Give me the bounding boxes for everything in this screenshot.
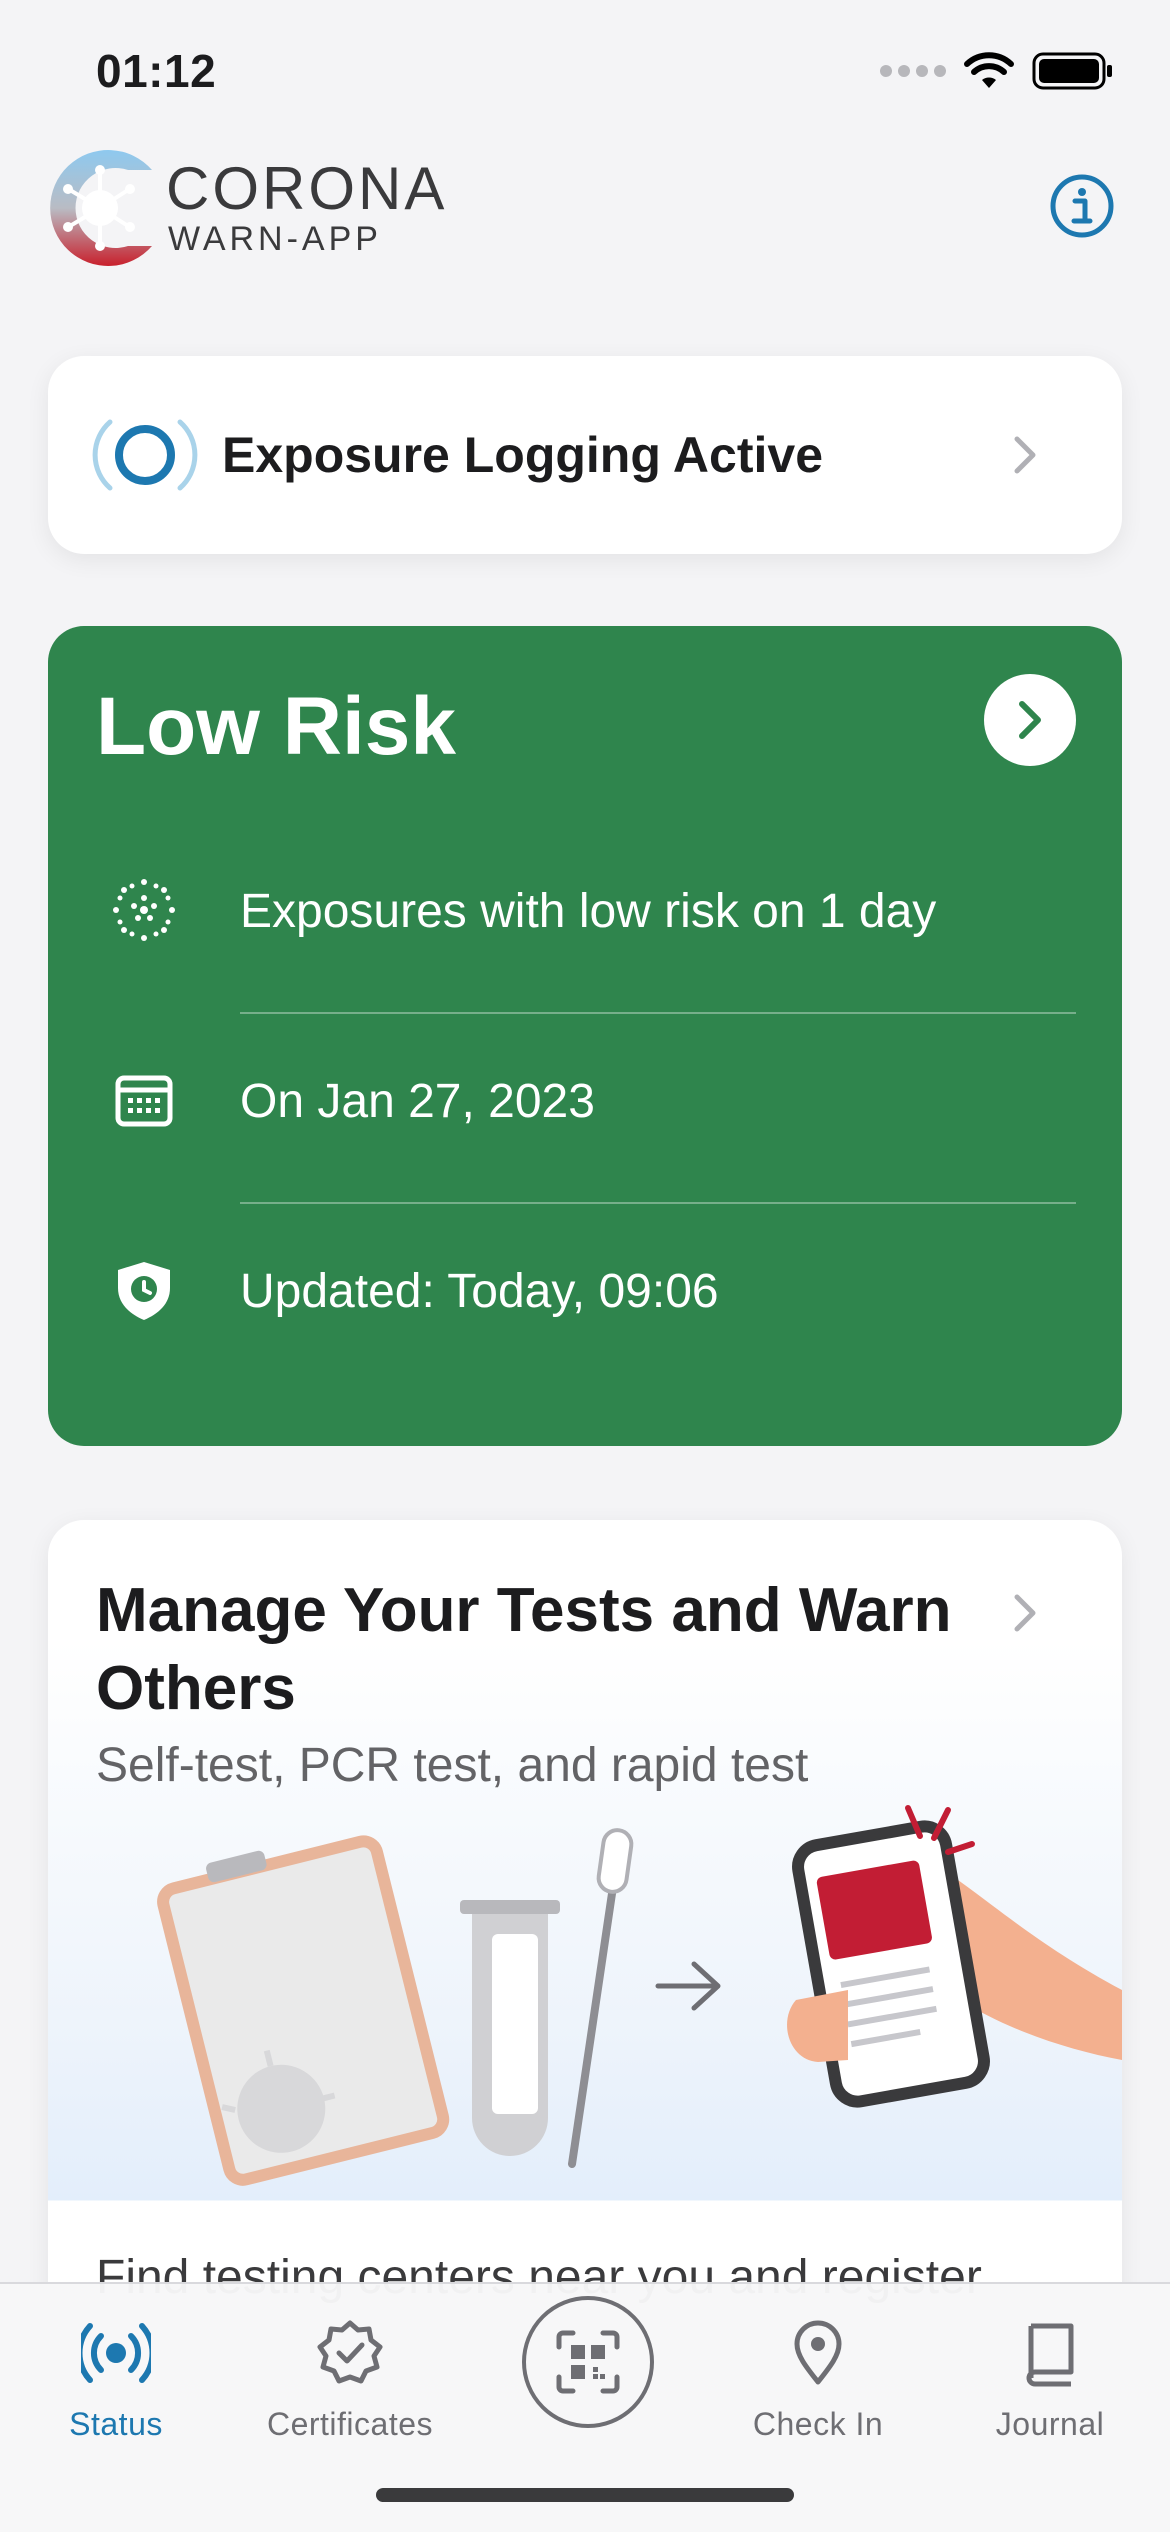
divider — [240, 1012, 1076, 1014]
exposure-logging-card[interactable]: Exposure Logging Active — [48, 356, 1122, 554]
certificate-icon — [317, 2320, 383, 2384]
manage-tests-title: Manage Your Tests and Warn Others — [96, 1576, 952, 1723]
risk-row-text: On Jan 27, 2023 — [240, 1075, 595, 1128]
journal-icon — [1026, 2323, 1074, 2387]
tab-label: Check In — [752, 2406, 884, 2442]
risk-row-date: On Jan 27, 2023 — [48, 1040, 1122, 1160]
risk-row-text: Updated: Today, 09:06 — [240, 1265, 719, 1318]
divider — [240, 1202, 1076, 1204]
status-icon — [81, 2323, 151, 2383]
cellular-signal-icon — [880, 65, 946, 77]
tab-label: Certificates — [266, 2406, 434, 2442]
corona-warn-app-logo-icon — [50, 150, 152, 266]
tab-label: Status — [69, 2406, 163, 2442]
risk-details-button[interactable] — [984, 674, 1076, 766]
calendar-icon — [115, 1075, 173, 1127]
risk-row-text: Exposures with low risk on 1 day — [240, 885, 937, 938]
brand-subtitle: WARN-APP — [168, 220, 382, 258]
chevron-right-icon — [1014, 436, 1036, 474]
status-time: 01:12 — [96, 45, 217, 97]
location-pin-icon — [794, 2320, 842, 2385]
app-header: CORONA WARN-APP — [0, 140, 1170, 290]
tab-status[interactable]: Status — [6, 2304, 226, 2454]
status-indicators — [880, 52, 1114, 90]
wifi-icon — [964, 52, 1014, 88]
exposure-logging-icon — [92, 419, 198, 491]
risk-row-updated: Updated: Today, 09:06 — [48, 1230, 1122, 1350]
shield-clock-icon — [118, 1262, 170, 1320]
info-icon[interactable] — [1050, 174, 1114, 238]
brand-name: CORONA — [166, 155, 448, 222]
home-indicator — [376, 2488, 794, 2502]
manage-tests-subtitle: Self-test, PCR test, and rapid test — [96, 1739, 809, 1792]
qr-scan-icon — [556, 2330, 620, 2394]
tab-journal[interactable]: Journal — [940, 2304, 1160, 2454]
battery-icon — [1032, 52, 1112, 90]
risk-status-card[interactable]: Low Risk Exposures with low risk on 1 da… — [48, 626, 1122, 1446]
status-bar: 01:12 — [0, 0, 1170, 140]
risk-level-title: Low Risk — [96, 681, 456, 772]
chevron-right-icon — [1019, 701, 1041, 739]
chevron-right-icon — [1014, 1594, 1036, 1632]
tab-check-in[interactable]: Check In — [708, 2304, 928, 2454]
test-illustration — [157, 1805, 1122, 2186]
qr-scan-button[interactable] — [522, 2296, 654, 2428]
risk-row-exposures: Exposures with low risk on 1 day — [48, 850, 1122, 970]
tab-label: Journal — [995, 2406, 1105, 2442]
exposure-logging-title: Exposure Logging Active — [222, 427, 824, 483]
app-screen: 01:12 CORONA WARN-APP Exposure Logging A… — [0, 0, 1170, 2532]
tab-certificates[interactable]: Certificates — [240, 2304, 460, 2454]
virus-dots-icon — [113, 879, 175, 941]
